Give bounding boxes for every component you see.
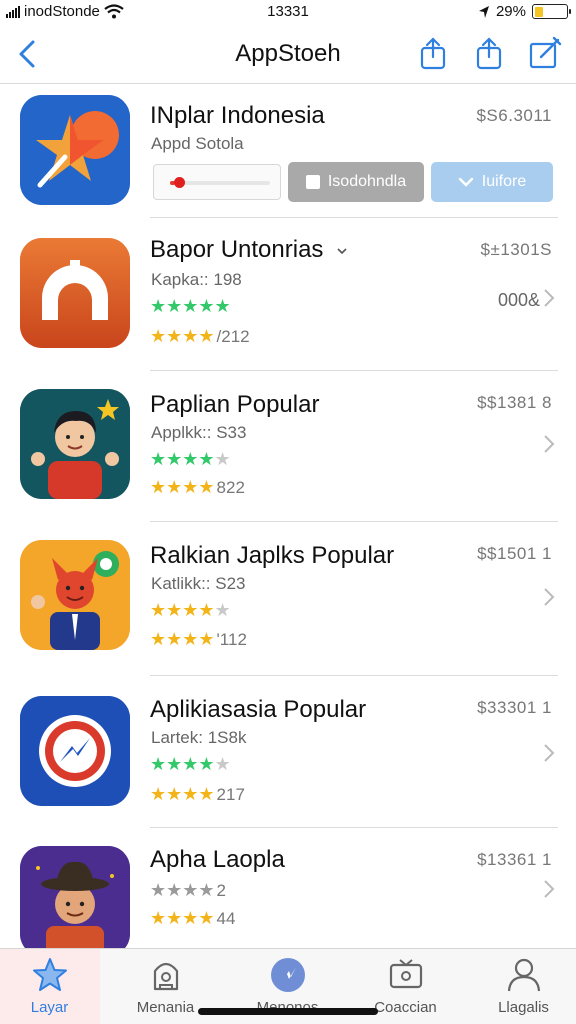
list-item[interactable]: Ralkian Japlks Popular Katlikk:: S23 $$1… <box>0 522 576 676</box>
character-avatar-icon <box>20 389 130 499</box>
app-name: INplar Indonesia <box>150 102 325 129</box>
chevron-right-icon <box>544 435 555 453</box>
status-right: 29% <box>478 3 571 20</box>
rating-stars-secondary: ★★★★ 44 <box>150 908 236 928</box>
chevron-down-icon <box>458 177 473 187</box>
rating-stars: ★★★★★ <box>150 296 231 316</box>
rating-stars-secondary: ★★★★ 822 <box>150 477 245 497</box>
rating-count: 822 <box>216 478 245 497</box>
navigation-bar: AppStoeh <box>0 26 576 84</box>
download-progress <box>153 164 281 200</box>
chevron-down-icon <box>337 248 347 254</box>
secondary-button-label: Isodohndla <box>327 173 407 190</box>
app-name: Apha Laopla <box>150 846 285 873</box>
location-arrow-icon <box>478 5 489 18</box>
rating-stars: ★★★★★ <box>150 449 231 469</box>
rating-stars: ★★★★★ <box>150 600 231 620</box>
fox-character-icon <box>20 540 130 650</box>
tab-layar[interactable]: Layar <box>0 949 107 1024</box>
rating-stars-secondary: ★★★★ '112 <box>150 629 247 649</box>
share-icon[interactable] <box>416 36 450 70</box>
nav-actions <box>416 36 562 70</box>
app-name: Ralkian Japlks Popular <box>150 542 395 569</box>
app-subtitle: Katlikk:: S23 <box>151 574 246 593</box>
app-icon <box>20 696 130 806</box>
cowboy-character-icon <box>20 846 130 948</box>
app-price: $33301 1 <box>477 698 552 717</box>
app-icon <box>20 389 130 499</box>
star-logo-icon <box>20 95 130 205</box>
app-icon <box>20 95 130 205</box>
app-price: $±1301S <box>480 240 552 259</box>
chevron-right-icon <box>544 744 555 762</box>
rating-count: 44 <box>216 909 236 928</box>
rating-stars-secondary: ★★★★ 217 <box>150 784 245 804</box>
app-list: INplar Indonesia Appd Sotola $S6.3011 Is… <box>0 84 576 948</box>
rating-stars: ★★★★ 2 <box>150 880 227 900</box>
list-item[interactable]: Bapor Untonrias Kapka:: 198 $±1301S ★★★★… <box>0 218 576 371</box>
list-item[interactable]: Apha Laopla $13361 1 ★★★★ 2 ★★★★ 44 <box>0 828 576 948</box>
rating-stars-secondary: ★★★★/212 <box>150 326 250 346</box>
compose-icon[interactable] <box>528 36 562 70</box>
battery-fill <box>534 6 544 17</box>
rating-count: 217 <box>216 785 245 804</box>
primary-button-label: Iuifore <box>481 173 527 190</box>
person-icon <box>507 958 541 992</box>
list-item[interactable]: Paplian Popular Applkk:: S33 $$1381 8 ★★… <box>0 371 576 522</box>
chevron-right-icon <box>544 588 555 606</box>
app-icon <box>20 238 130 348</box>
rating-stars: ★★★★★ <box>150 754 231 774</box>
row-extra-value: 000& <box>497 290 540 310</box>
app-subtitle: Kapka:: 198 <box>151 270 242 289</box>
home-indicator[interactable] <box>198 1008 378 1015</box>
app-price: $$1381 8 <box>477 393 552 412</box>
app-price: $S6.3011 <box>476 106 552 125</box>
status-bar: inodStonde 13331 29% <box>0 0 576 26</box>
app-name: Aplikiasasia Popular <box>150 696 367 723</box>
tab-label: Layar <box>30 999 69 1016</box>
battery-icon <box>532 4 571 19</box>
app-icon <box>20 846 130 948</box>
secondary-button[interactable]: Isodohndla <box>288 162 424 202</box>
bag-icon <box>153 962 179 991</box>
arch-logo-icon <box>20 238 130 348</box>
primary-button[interactable]: Iuifore <box>431 162 553 202</box>
rating-count: '112 <box>216 630 247 649</box>
app-icon <box>20 540 130 650</box>
compass-icon <box>271 958 305 992</box>
progress-track <box>170 181 270 185</box>
tab-label: Llagalis <box>498 999 549 1016</box>
app-subtitle: Applkk:: S33 <box>151 423 247 442</box>
rating-count: /212 <box>216 327 250 346</box>
tv-icon <box>389 959 423 989</box>
battery-percent: 29% <box>495 3 526 20</box>
share-icon[interactable] <box>472 36 506 70</box>
app-price: $13361 1 <box>477 850 552 869</box>
app-subtitle: Appd Sotola <box>151 134 244 153</box>
list-item[interactable]: INplar Indonesia Appd Sotola $S6.3011 Is… <box>0 84 576 218</box>
list-item[interactable]: Aplikiasasia Popular Lartek: 1S8k $33301… <box>0 676 576 828</box>
tab-llagalis[interactable]: Llagalis <box>466 949 576 1024</box>
app-name: Paplian Popular <box>150 391 320 418</box>
progress-indicator-icon <box>174 177 185 188</box>
chevron-right-icon <box>544 880 555 898</box>
star-icon <box>33 958 67 991</box>
app-subtitle: Lartek: 1S8k <box>151 728 247 747</box>
messenger-bolt-icon <box>20 696 130 806</box>
app-price: $$1501 1 <box>477 544 552 563</box>
app-name: Bapor Untonrias <box>150 236 348 264</box>
square-icon <box>305 175 320 189</box>
chevron-right-icon <box>544 289 555 307</box>
